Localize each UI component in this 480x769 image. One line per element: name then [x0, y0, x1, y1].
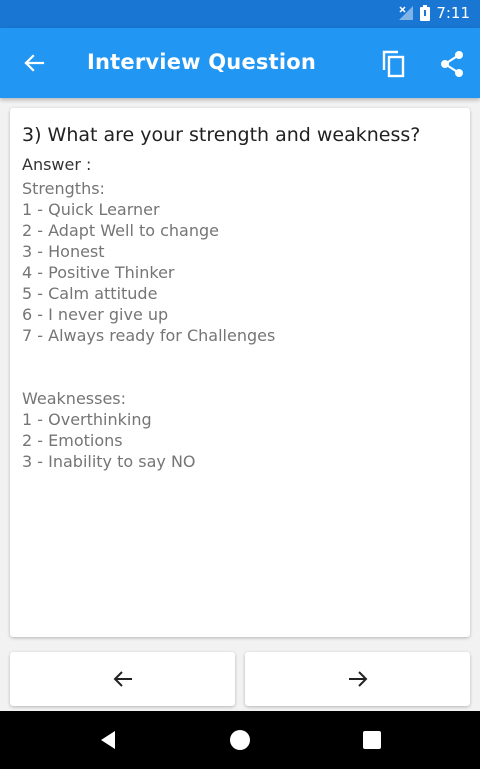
- no-signal-icon: [399, 6, 414, 20]
- nav-back-button[interactable]: [95, 727, 121, 753]
- copy-button[interactable]: [374, 46, 414, 82]
- question-card: 3) What are your strength and weakness? …: [10, 108, 470, 637]
- arrow-right-icon: [348, 671, 367, 687]
- next-button[interactable]: [245, 652, 470, 706]
- nav-home-button[interactable]: [227, 727, 253, 753]
- nav-recents-button[interactable]: [359, 727, 385, 753]
- answer-label: Answer :: [22, 155, 92, 174]
- back-button[interactable]: [14, 48, 54, 78]
- answer-text: Strengths: 1 - Quick Learner 2 - Adapt W…: [22, 179, 276, 471]
- question-text: 3) What are your strength and weakness?: [22, 124, 421, 146]
- status-icons: 7:11: [398, 4, 470, 22]
- system-navigation-bar: [0, 711, 480, 769]
- app-title: Interview Question: [87, 50, 317, 74]
- status-time: 7:11: [436, 4, 470, 22]
- status-bar: 7:11: [0, 0, 480, 28]
- app-bar: Interview Question: [0, 28, 480, 98]
- arrow-left-icon: [113, 671, 132, 687]
- back-arrow-icon: [24, 54, 45, 72]
- nav-back-icon: [101, 731, 115, 749]
- copy-icon: [382, 50, 405, 78]
- previous-button[interactable]: [10, 652, 235, 706]
- battery-icon: [420, 5, 431, 21]
- share-button[interactable]: [432, 46, 472, 82]
- nav-home-icon: [230, 730, 250, 750]
- nav-recents-icon: [363, 731, 381, 749]
- share-icon: [441, 51, 463, 77]
